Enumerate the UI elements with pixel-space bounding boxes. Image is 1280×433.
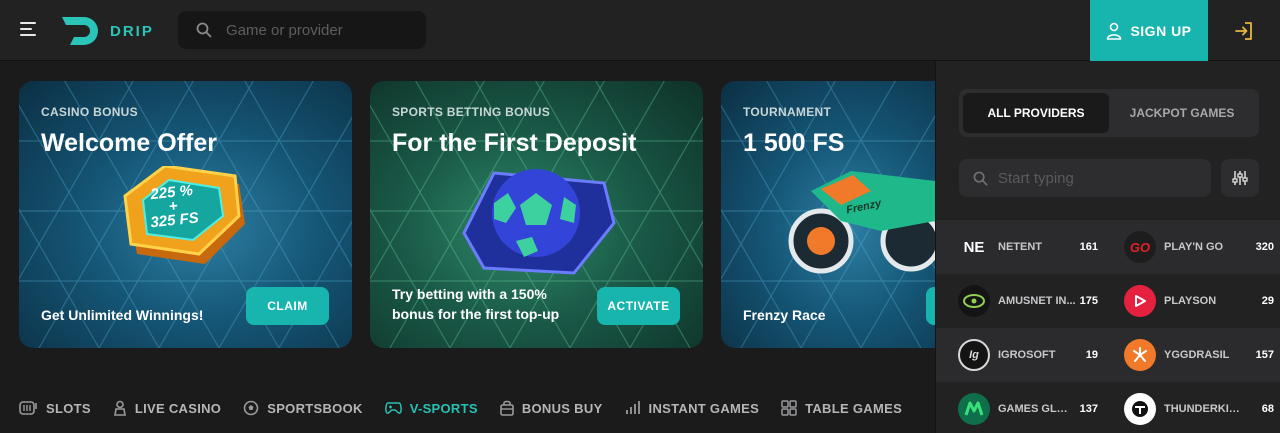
banner-title: For the First Deposit [392, 129, 637, 157]
motorbike-icon [788, 171, 935, 274]
provider-playngo[interactable]: GO PLAY'N GO 320 [1102, 220, 1274, 274]
provider-playson[interactable]: PLAYSON 29 [1102, 274, 1274, 328]
provider-row: GAMES GLOB... 137 THUNDERKICK 68 [936, 382, 1280, 433]
banner-description: Frenzy Race [743, 307, 826, 323]
category-label: TABLE GAMES [805, 400, 903, 416]
banner-description: Try betting with a 150% bonus for the fi… [392, 286, 560, 322]
search-icon [196, 22, 212, 38]
provider-igrosoft[interactable]: Ig IGROSOFT 19 [936, 328, 1106, 382]
provider-name: NETENT [998, 241, 1042, 253]
banner-title: 1 500 FS [743, 129, 845, 157]
amusnet-logo-icon [958, 285, 990, 317]
top-header: DRIP SIGN UP [0, 0, 1280, 61]
category-label: V-SPORTS [409, 400, 478, 416]
category-label: BONUS BUY [521, 400, 603, 416]
provider-count: 137 [1079, 403, 1098, 415]
category-label: SLOTS [46, 400, 91, 416]
menu-icon[interactable] [20, 22, 38, 38]
category-nav: SLOTS LIVE CASINO SPORTSBOOK V-SPORTS BO… [19, 395, 924, 421]
category-label: INSTANT GAMES [648, 400, 760, 416]
provider-name: THUNDERKICK [1164, 403, 1242, 415]
sportsbook-icon [243, 400, 259, 416]
instant-games-icon [625, 401, 640, 414]
category-slots[interactable]: SLOTS [19, 400, 91, 416]
tab-jackpot-games[interactable]: JACKPOT GAMES [1109, 93, 1255, 133]
thunderkick-logo-icon [1124, 393, 1156, 425]
bonus-badge-text: 225 % + 325 FS [149, 181, 200, 232]
provider-name: YGGDRASIL [1164, 349, 1230, 361]
banner-tag: SPORTS BETTING BONUS [392, 105, 551, 119]
provider-count: 175 [1079, 295, 1098, 307]
provider-row: AMUSNET IN... 175 PLAYSON 29 [936, 274, 1280, 328]
playngo-logo-icon: GO [1124, 231, 1156, 263]
sliders-icon [1232, 171, 1248, 185]
search-icon [973, 171, 988, 185]
banner-tag: CASINO BONUS [41, 105, 138, 119]
banner-description: Get Unlimited Winnings! [41, 307, 204, 323]
provider-amusnet[interactable]: AMUSNET IN... 175 [936, 274, 1106, 328]
provider-name: PLAY'N GO [1164, 241, 1224, 253]
category-v-sports[interactable]: V-SPORTS [384, 400, 478, 416]
filter-button[interactable] [1221, 159, 1259, 197]
provider-yggdrasil[interactable]: YGGDRASIL 157 [1102, 328, 1274, 382]
drip-logo-mark-icon [62, 17, 98, 45]
provider-count: 320 [1255, 241, 1274, 253]
banner-tag: TOURNAMENT [743, 105, 832, 119]
provider-count: 29 [1261, 295, 1274, 307]
provider-search-input[interactable] [998, 169, 1198, 187]
category-label: SPORTSBOOK [267, 400, 363, 416]
activate-button[interactable]: ACTIVATE [597, 287, 680, 325]
provider-name: GAMES GLOB... [998, 403, 1076, 415]
provider-name: PLAYSON [1164, 295, 1217, 307]
table-games-icon [781, 400, 797, 416]
sign-up-button[interactable]: SIGN UP [1090, 0, 1208, 61]
category-instant-games[interactable]: INSTANT GAMES [625, 400, 760, 416]
login-icon [1235, 21, 1252, 40]
sign-up-label: SIGN UP [1130, 22, 1192, 39]
provider-row: NE NETENT 161 GO PLAY'N GO 320 [936, 220, 1280, 274]
logo-text: DRIP [110, 22, 154, 40]
user-icon [1107, 22, 1122, 40]
game-search[interactable] [178, 11, 426, 49]
igrosoft-logo-icon: Ig [958, 339, 990, 371]
login-button[interactable] [1208, 0, 1280, 61]
category-label: LIVE CASINO [134, 400, 222, 416]
game-search-input[interactable] [226, 21, 416, 39]
slots-icon [19, 401, 37, 415]
provider-netent[interactable]: NE NETENT 161 [936, 220, 1106, 274]
live-casino-icon [113, 400, 126, 416]
provider-count: 157 [1255, 349, 1274, 361]
vsports-icon [384, 402, 402, 414]
provider-search[interactable] [959, 159, 1211, 197]
bonus-buy-icon [500, 400, 514, 416]
provider-row: Ig IGROSOFT 19 YGGDRASIL 157 [936, 328, 1280, 382]
playson-logo-icon [1124, 285, 1156, 317]
provider-games-global[interactable]: GAMES GLOB... 137 [936, 382, 1106, 433]
provider-count: 19 [1085, 349, 1098, 361]
provider-tabs: ALL PROVIDERS JACKPOT GAMES [959, 89, 1259, 137]
sports-bonus-banner[interactable]: SPORTS BETTING BONUS For the First Depos… [370, 81, 703, 348]
category-bonus-buy[interactable]: BONUS BUY [500, 400, 603, 416]
provider-thunderkick[interactable]: THUNDERKICK 68 [1102, 382, 1274, 433]
tournament-banner[interactable]: Frenzy TOURNAMENT 1 500 FS Frenzy Race [721, 81, 935, 348]
games-global-logo-icon [958, 393, 990, 425]
tournament-button[interactable] [926, 287, 935, 325]
providers-panel: ALL PROVIDERS JACKPOT GAMES NE NETENT 16… [935, 61, 1280, 433]
tab-all-providers[interactable]: ALL PROVIDERS [963, 93, 1109, 133]
category-table-games[interactable]: TABLE GAMES [781, 400, 902, 416]
provider-name: IGROSOFT [998, 349, 1056, 361]
provider-count: 161 [1079, 241, 1098, 253]
provider-count: 68 [1261, 403, 1274, 415]
category-live-casino[interactable]: LIVE CASINO [113, 400, 221, 416]
provider-name: AMUSNET IN... [998, 295, 1076, 307]
banner-title: Welcome Offer [41, 129, 217, 157]
category-sportsbook[interactable]: SPORTSBOOK [243, 400, 362, 416]
casino-bonus-banner[interactable]: 225 % + 325 FS CASINO BONUS Welcome Offe… [19, 81, 352, 348]
soccer-ball-icon [462, 169, 616, 275]
netent-logo-icon: NE [963, 238, 985, 256]
drip-logo[interactable]: DRIP [60, 14, 154, 48]
yggdrasil-logo-icon [1124, 339, 1156, 371]
claim-button[interactable]: CLAIM [246, 287, 329, 325]
